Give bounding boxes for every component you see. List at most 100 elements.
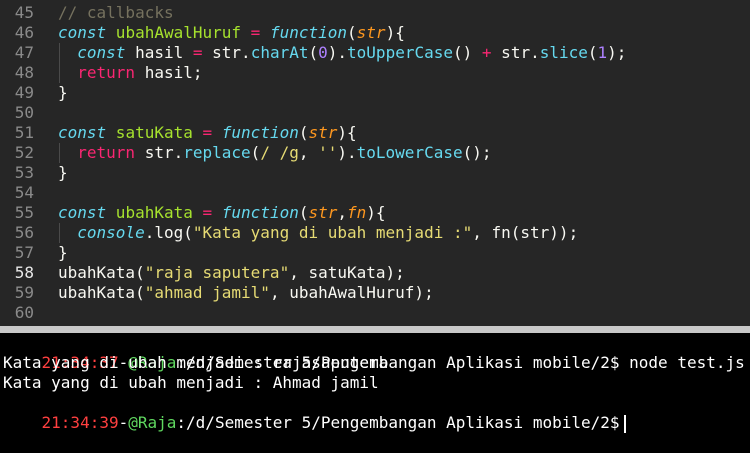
code-token: hasil — [125, 43, 193, 62]
code-line[interactable]: 54 — [0, 183, 750, 203]
code-token: charAt — [250, 43, 309, 62]
terminal-prompt-line: 21:34:37-@Raja:/d/Semester 5/Pengembanga… — [3, 333, 745, 372]
code-token: } — [58, 243, 68, 262]
code-token: (); — [462, 143, 492, 162]
terminal-output-line: Kata yang di ubah menjadi : rajasaputera — [3, 353, 389, 372]
code-token: .log( — [144, 223, 193, 242]
code-token: } — [58, 163, 68, 182]
line-number: 45 — [14, 3, 34, 22]
prompt-user: @Raja — [128, 413, 177, 432]
code-line[interactable]: 55 const ubahKata = function(str,fn){ — [0, 203, 750, 223]
code-text: } — [58, 83, 68, 103]
code-token: hasil; — [135, 63, 203, 82]
line-number: 60 — [14, 303, 34, 322]
code-text: return hasil; — [58, 63, 203, 83]
code-line[interactable]: 53} — [0, 163, 750, 183]
code-token: const — [58, 203, 107, 222]
code-token: ubahKata( — [58, 283, 145, 302]
code-token: '' — [318, 143, 338, 162]
line-number: 57 — [14, 243, 34, 262]
line-number: 55 — [14, 203, 34, 222]
pane-divider[interactable] — [0, 326, 750, 333]
code-token: toLowerCase — [356, 143, 463, 162]
code-token: } — [58, 83, 68, 102]
code-token: str — [356, 23, 386, 42]
code-line[interactable]: 58 ubahKata("raja saputera", satuKata); — [0, 263, 750, 283]
code-token: ( — [250, 143, 261, 162]
code-token: // callbacks — [58, 3, 174, 22]
code-token: console — [77, 223, 145, 242]
code-token: ( — [587, 43, 598, 62]
code-token: ( — [308, 43, 319, 62]
line-number: 54 — [14, 183, 34, 202]
code-line[interactable]: 57} — [0, 243, 750, 263]
code-token: satuKata — [106, 123, 203, 142]
code-token: "raja saputera" — [144, 263, 290, 282]
code-line[interactable]: 47 const hasil = str.charAt(0).toUpperCa… — [0, 43, 750, 63]
line-number: 51 — [14, 123, 34, 142]
terminal-output-line: Kata yang di ubah menjadi : Ahmad jamil — [3, 373, 379, 392]
code-token: , fn(str)); — [472, 223, 579, 242]
code-token: ). — [327, 43, 348, 62]
code-line[interactable]: 52 return str.replace(/ /g, '').toLowerC… — [0, 143, 750, 163]
prompt-dash: - — [118, 413, 129, 432]
code-line[interactable]: 50 — [0, 103, 750, 123]
code-token: ubahAwalHuruf — [106, 23, 251, 42]
code-token: toUpperCase — [347, 43, 453, 62]
line-number: 47 — [14, 43, 34, 62]
code-editor[interactable]: 45 // callbacks 46 const ubahAwalHuruf = fu… — [0, 0, 750, 326]
line-number: 56 — [14, 223, 34, 242]
code-token: = — [192, 43, 203, 62]
code-token: const — [77, 43, 126, 62]
code-token: function — [221, 203, 299, 222]
code-token: slice — [539, 43, 588, 62]
code-text: const satuKata = function(str){ — [58, 123, 357, 143]
line-number: 48 — [14, 63, 34, 82]
code-token: str. — [202, 43, 251, 62]
code-line[interactable]: 56 console.log("Kata yang di ubah menjad… — [0, 223, 750, 243]
indent-guide — [59, 43, 60, 83]
code-token: "Kata yang di ubah menjadi :" — [192, 223, 473, 242]
code-token: str. — [135, 143, 184, 162]
code-token: + — [481, 43, 492, 62]
code-line[interactable]: 51 const satuKata = function(str){ — [0, 123, 750, 143]
code-token: , — [298, 143, 319, 162]
code-line[interactable]: 45 // callbacks — [0, 3, 750, 23]
line-number: 46 — [14, 23, 34, 42]
terminal-panel[interactable]: 21:34:37-@Raja:/d/Semester 5/Pengembanga… — [0, 333, 750, 433]
line-number: 49 — [14, 83, 34, 102]
line-number: 58 — [14, 263, 34, 282]
code-token: function — [221, 123, 299, 142]
code-token: 1 — [597, 43, 608, 62]
code-text: ubahKata("raja saputera", satuKata); — [58, 263, 405, 283]
code-token: "ahmad jamil" — [144, 283, 270, 302]
line-number: 50 — [14, 103, 34, 122]
code-text: } — [58, 163, 68, 183]
code-line[interactable]: 46 const ubahAwalHuruf = function(str){ — [0, 23, 750, 43]
code-token: ){ — [337, 123, 357, 142]
code-token: str — [308, 123, 338, 142]
code-line[interactable]: 60 — [0, 303, 750, 323]
code-token: = — [202, 203, 213, 222]
indent-guide — [59, 223, 60, 243]
code-token: = — [202, 123, 213, 142]
code-line[interactable]: 59 ubahKata("ahmad jamil", ubahAwalHuruf)… — [0, 283, 750, 303]
code-token: replace — [183, 143, 251, 162]
prompt-path: :/d/Semester 5/Pengembangan Aplikasi mob… — [176, 413, 620, 432]
code-line[interactable]: 48 return hasil; — [0, 63, 750, 83]
code-text: // callbacks — [58, 3, 174, 23]
code-token: ); — [607, 43, 627, 62]
terminal-cursor — [623, 414, 626, 433]
code-text: const ubahKata = function(str,fn){ — [58, 203, 386, 223]
terminal-prompt-line[interactable]: 21:34:39-@Raja:/d/Semester 5/Pengembanga… — [3, 393, 626, 433]
code-line[interactable]: 49} — [0, 83, 750, 103]
code-text: const hasil = str.charAt(0).toUpperCase(… — [58, 43, 626, 63]
code-token: 0 — [318, 43, 328, 62]
